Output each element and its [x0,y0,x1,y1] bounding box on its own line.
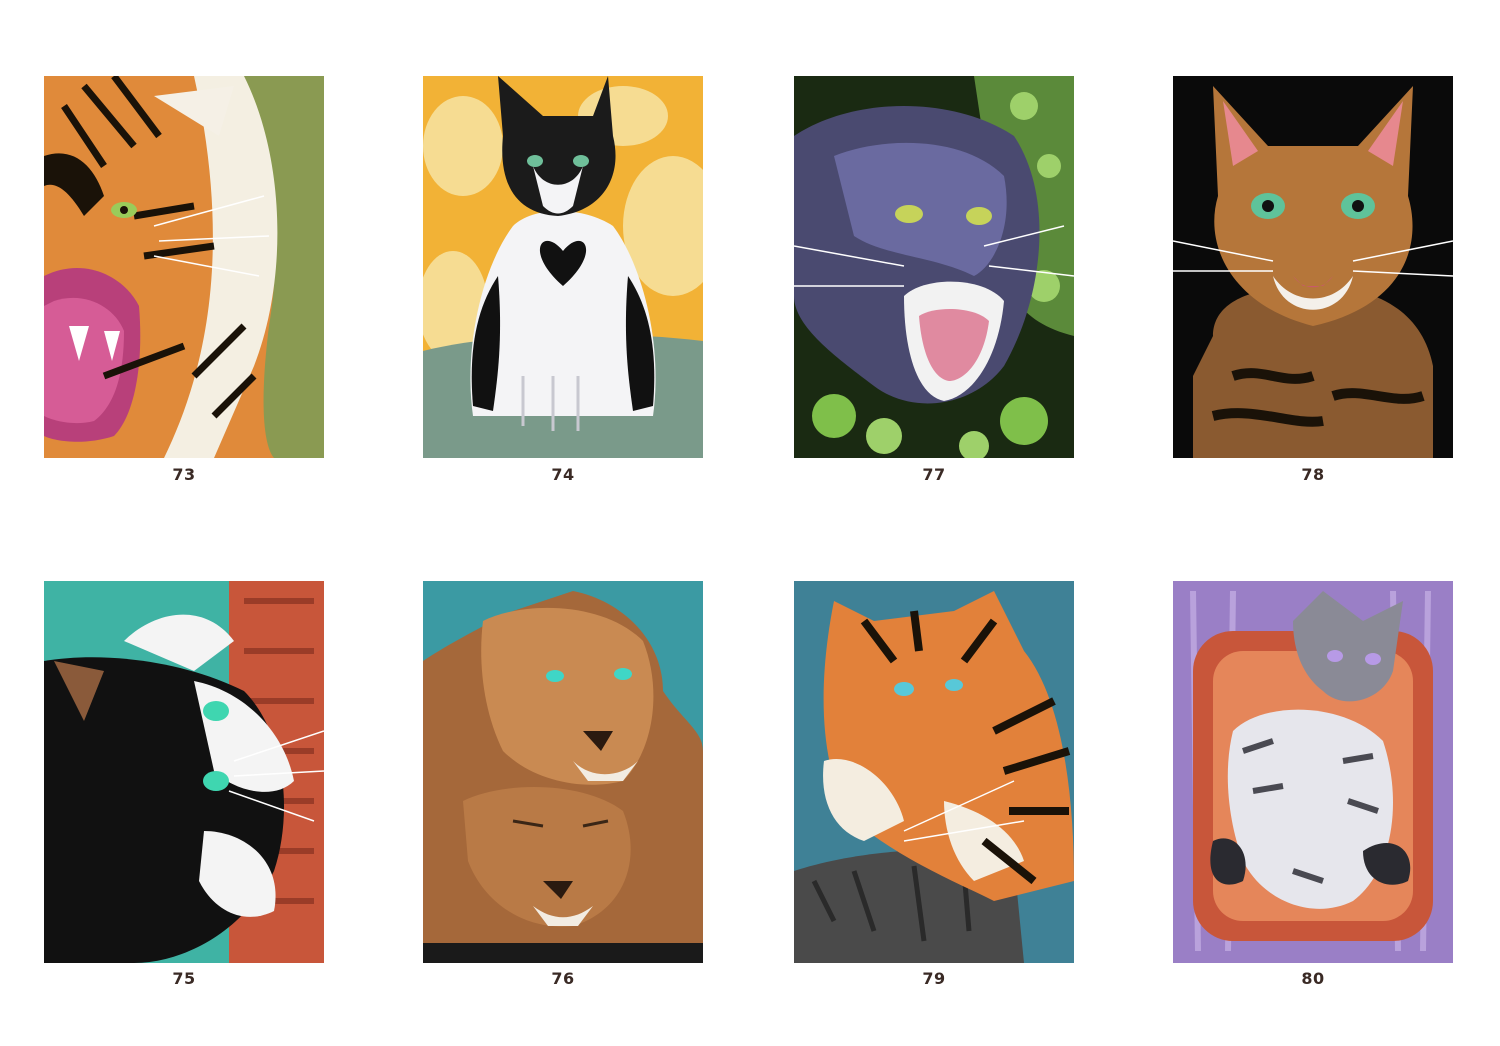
tiger-on-rock-image [794,581,1074,963]
card-number-label: 76 [551,969,575,988]
black-panther-image [794,76,1074,458]
two-lions-image [423,581,703,963]
roaring-tiger-image [44,76,324,458]
card-number-label: 74 [551,465,575,484]
card-number-label: 78 [1301,465,1325,484]
painting-card-80[interactable]: 80 [1173,581,1453,988]
painting-card-78[interactable]: 78 [1173,76,1453,484]
painting-card-76[interactable]: 76 [423,581,703,988]
painting-card-73[interactable]: 73 [44,76,324,484]
card-number-label: 79 [922,969,946,988]
card-number-label: 73 [172,465,196,484]
card-number-label: 75 [172,969,196,988]
painting-card-79[interactable]: 79 [794,581,1074,988]
painting-card-75[interactable]: 75 [44,581,324,988]
card-number-label: 80 [1301,969,1325,988]
kitten-in-basket-image [1173,581,1453,963]
calico-cat-image [44,581,324,963]
painting-card-74[interactable]: 74 [423,76,703,484]
black-white-cat-image [423,76,703,458]
bengal-cat-image [1173,76,1453,458]
painting-card-77[interactable]: 77 [794,76,1074,484]
card-number-label: 77 [922,465,946,484]
